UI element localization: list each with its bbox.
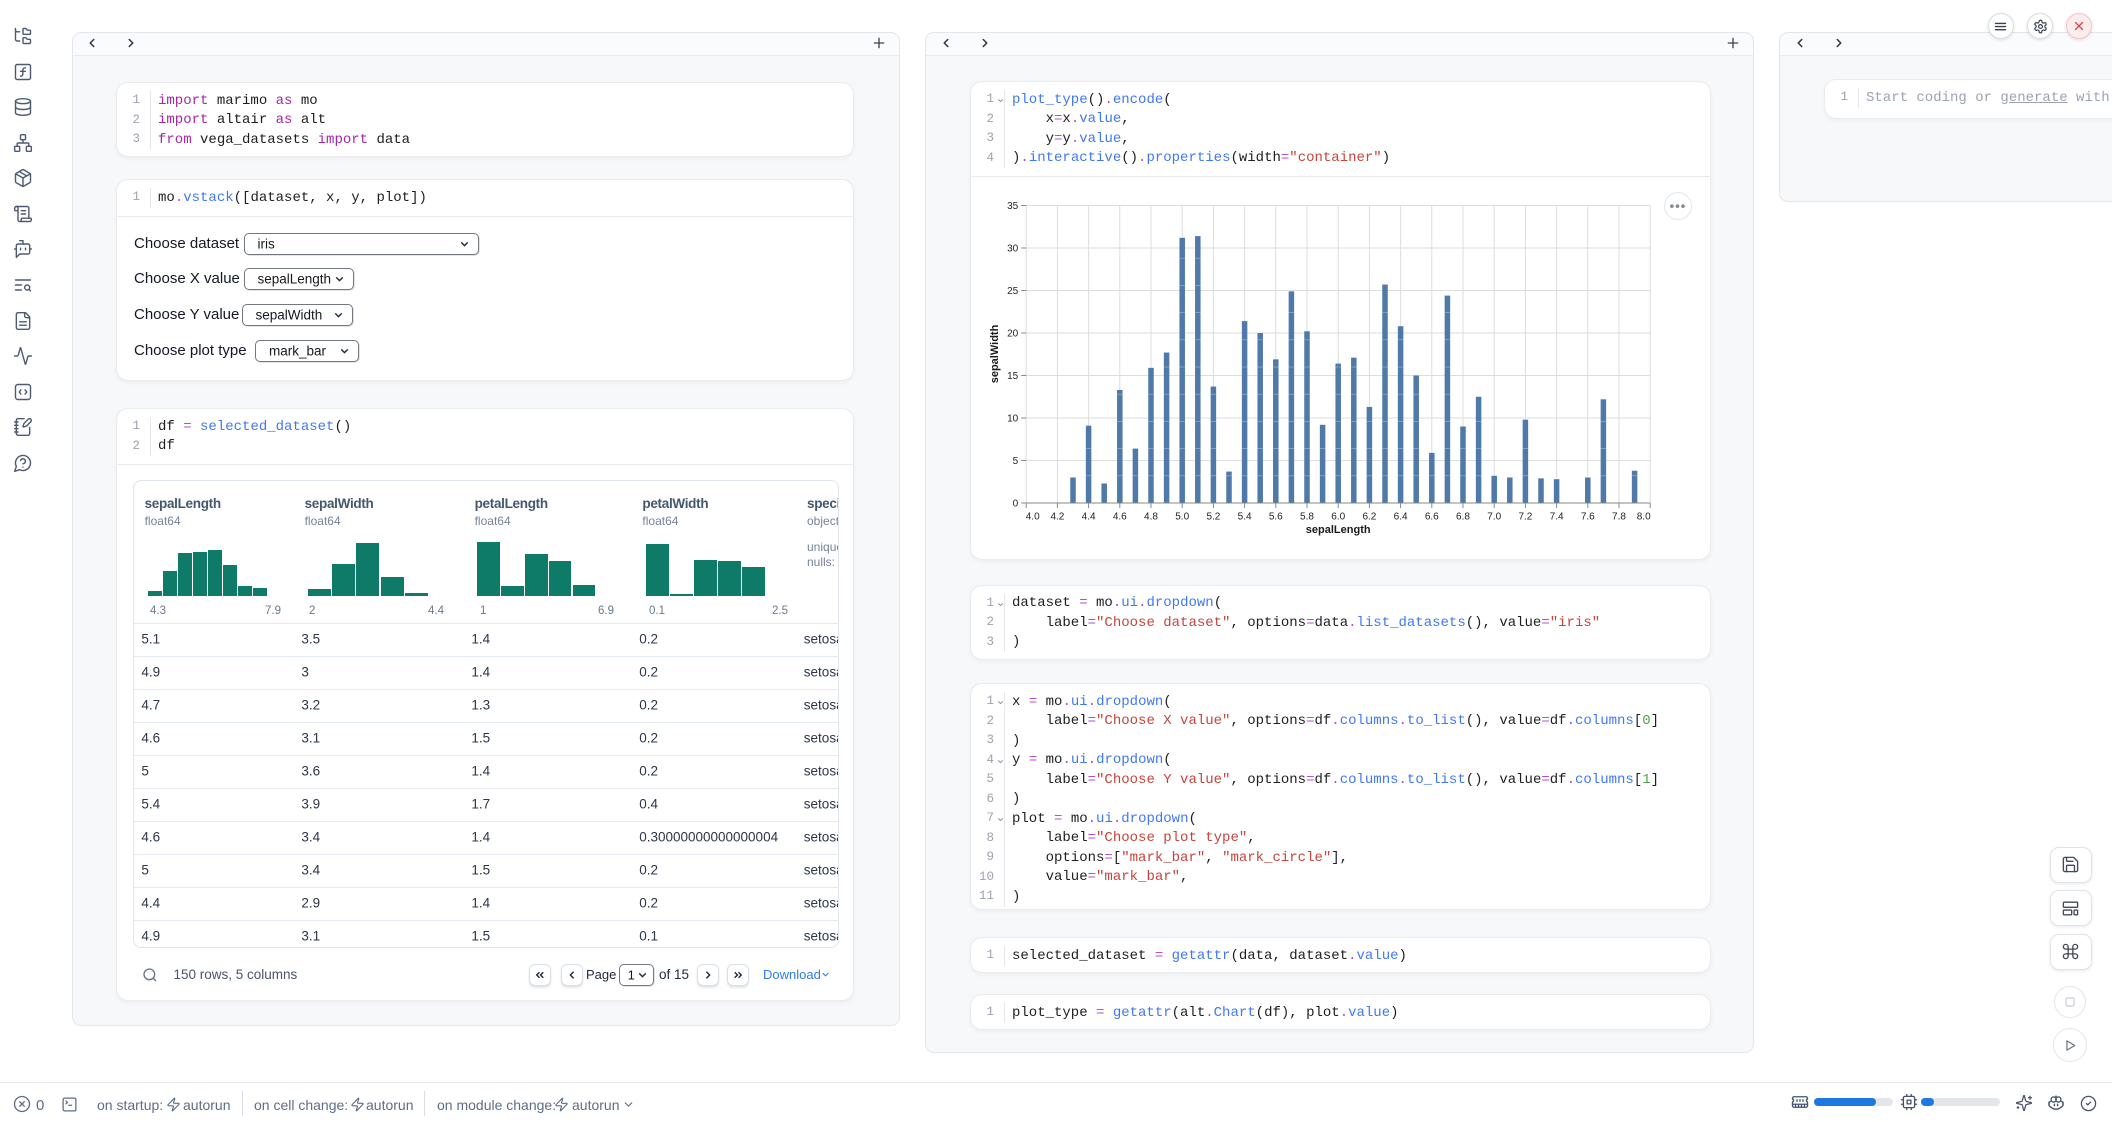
svg-text:5.0: 5.0 xyxy=(1175,512,1189,523)
svg-text:5.2: 5.2 xyxy=(1206,512,1220,523)
svg-text:4.2: 4.2 xyxy=(1050,512,1064,523)
svg-text:15: 15 xyxy=(1007,371,1019,382)
svg-text:4.4: 4.4 xyxy=(1082,512,1096,523)
svg-text:6.0: 6.0 xyxy=(1331,512,1345,523)
svg-text:4.8: 4.8 xyxy=(1144,512,1158,523)
svg-text:7.2: 7.2 xyxy=(1518,512,1532,523)
svg-text:5.8: 5.8 xyxy=(1300,512,1314,523)
svg-text:6.4: 6.4 xyxy=(1394,512,1408,523)
svg-text:30: 30 xyxy=(1007,244,1019,255)
svg-text:6.6: 6.6 xyxy=(1425,512,1439,523)
svg-text:7.4: 7.4 xyxy=(1550,512,1564,523)
svg-text:8.0: 8.0 xyxy=(1637,512,1651,523)
svg-text:sepalLength: sepalLength xyxy=(1306,524,1371,536)
svg-text:7.6: 7.6 xyxy=(1581,512,1595,523)
svg-text:7.0: 7.0 xyxy=(1487,512,1501,523)
svg-text:sepalWidth: sepalWidth xyxy=(989,324,1001,383)
svg-text:0: 0 xyxy=(1013,499,1019,510)
svg-text:10: 10 xyxy=(1007,414,1019,425)
svg-text:6.8: 6.8 xyxy=(1456,512,1470,523)
svg-text:5: 5 xyxy=(1013,456,1019,467)
svg-text:5.6: 5.6 xyxy=(1269,512,1283,523)
svg-text:5.4: 5.4 xyxy=(1238,512,1252,523)
svg-text:35: 35 xyxy=(1007,201,1019,212)
svg-text:7.8: 7.8 xyxy=(1612,512,1626,523)
svg-text:20: 20 xyxy=(1007,329,1019,340)
svg-text:6.2: 6.2 xyxy=(1362,512,1376,523)
svg-text:4.6: 4.6 xyxy=(1113,512,1127,523)
svg-text:25: 25 xyxy=(1007,286,1019,297)
svg-text:4.0: 4.0 xyxy=(1026,512,1040,523)
